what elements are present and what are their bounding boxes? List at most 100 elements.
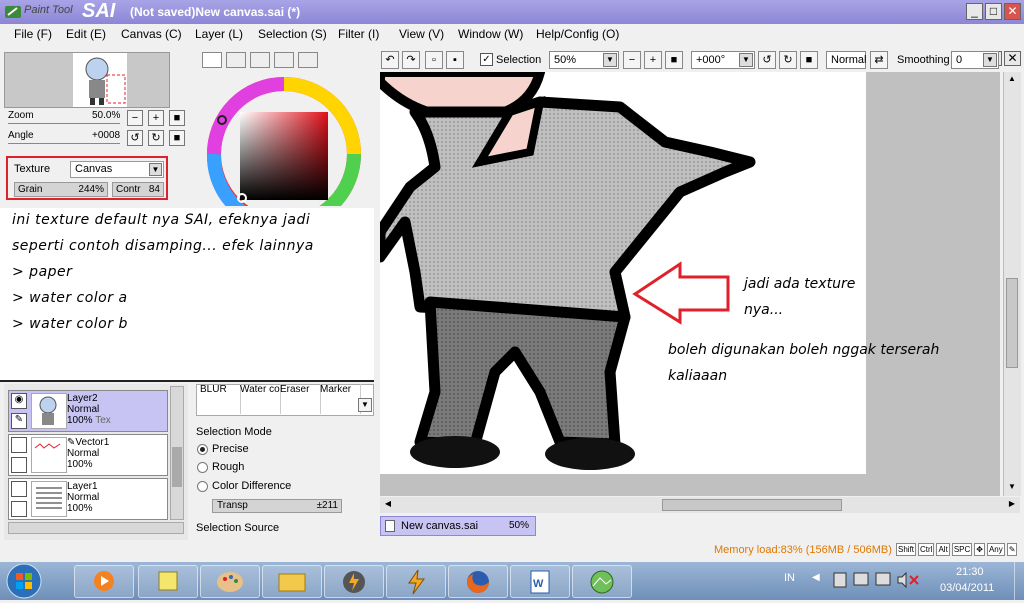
any-key-indicator[interactable]: Any [986,543,1005,556]
layer-hscrollbar[interactable] [8,522,184,534]
taskbar-paint-tool-sai[interactable] [386,565,446,598]
pen-pressure-icon[interactable]: ✎ [1006,543,1018,556]
start-button[interactable] [4,562,44,600]
menu-selection[interactable]: Selection (S) [258,27,327,41]
radio-color-difference[interactable] [197,480,208,492]
clock-date[interactable]: 03/04/2011 [940,582,994,594]
rgb-slider-tab-icon[interactable] [226,52,246,68]
rotate-left-button[interactable]: ↺ [127,130,143,146]
contrast-slider[interactable]: Contr 84 [112,182,164,197]
canvas-horizontal-scrollbar[interactable]: ◀ ▶ [380,497,1020,513]
layer-scrollbar[interactable] [170,386,184,520]
taskbar-word[interactable]: W [510,565,570,598]
menu-view[interactable]: View (V) [399,27,444,41]
eye-icon[interactable]: ◉ [11,393,27,409]
rotate-right-button[interactable]: ↻ [148,130,164,146]
swatches-tab-icon[interactable] [274,52,294,68]
undo-button[interactable]: ↶ [381,51,399,69]
canvas-vertical-scrollbar[interactable]: ▲ ▼ [1003,72,1021,496]
language-indicator[interactable]: IN [784,572,795,584]
option-rough[interactable]: Rough [197,461,244,473]
minimize-button[interactable]: _ [966,3,983,20]
doc-close-button[interactable]: ✕ [1004,51,1021,66]
toolbar-zoom-in-button[interactable]: + [644,51,662,69]
vscroll-thumb[interactable] [1006,278,1018,368]
color-wheel[interactable] [202,72,368,206]
redo-button[interactable]: ↷ [402,51,420,69]
brush-blur[interactable]: BLUR [200,384,241,414]
invert-selection-button[interactable]: ▪ [446,51,464,69]
canvas-tab[interactable]: New canvas.sai 50% [380,516,536,536]
rotate-cw-button[interactable]: ↻ [779,51,797,69]
hscroll-thumb[interactable] [662,499,842,511]
menu-filter[interactable]: Filter (I) [338,27,379,41]
device-icon[interactable] [833,572,847,588]
taskbar-explorer[interactable] [262,565,322,598]
radio-precise[interactable] [197,443,208,455]
space-key-indicator[interactable]: SPC [951,543,973,556]
close-button[interactable]: ✕ [1004,3,1021,20]
show-hidden-icons-icon[interactable]: ◀ [812,572,820,583]
menu-window[interactable]: Window (W) [458,27,523,41]
toolbar-zoom-out-button[interactable]: − [623,51,641,69]
action-center-icon[interactable] [853,572,869,586]
layer-row-layer1[interactable]: Layer1 Normal 100% [8,478,168,520]
move-icon[interactable]: ✥ [974,543,985,556]
volume-icon[interactable] [897,571,907,589]
scroll-left-icon[interactable]: ◀ [382,499,394,511]
transparency-slider[interactable]: Transp ±211 [212,499,342,513]
visibility-checkbox[interactable] [11,437,27,453]
visibility-checkbox[interactable] [11,481,27,497]
zoom-dropdown[interactable]: 50% ▼ [549,51,619,69]
option-precise[interactable]: Precise [197,443,249,455]
scratchpad-tab-icon[interactable] [298,52,318,68]
brush-watercolor[interactable]: Water co [240,384,281,414]
rotate-reset-button[interactable]: ■ [169,130,185,146]
deselect-button[interactable]: ▫ [425,51,443,69]
alt-key-indicator[interactable]: Alt [936,543,950,556]
lock-checkbox[interactable] [11,457,27,473]
layer-row-layer2[interactable]: ◉ ✎ Layer2 Normal 100% Tex [8,390,168,432]
brush-eraser[interactable]: Eraser [280,384,321,414]
rotation-dropdown[interactable]: +000° ▼ [691,51,755,69]
texture-select[interactable]: Canvas ▼ [70,161,164,178]
menu-file[interactable]: File (F) [14,27,52,41]
grain-slider[interactable]: Grain 244% [14,182,108,197]
show-desktop-button[interactable] [1014,562,1024,600]
lock-checkbox[interactable] [11,501,27,517]
taskbar-firefox[interactable] [448,565,508,598]
selection-checkbox[interactable]: ✓ [480,53,493,66]
taskbar-winamp[interactable] [324,565,384,598]
zoom-reset-button[interactable]: ■ [169,110,185,126]
blend-mode-dropdown[interactable]: Normal [826,51,866,69]
radio-rough[interactable] [197,461,208,473]
canvas-viewport[interactable]: jadi ada texture nya... boleh digunakan … [380,72,1000,496]
maximize-button[interactable]: □ [985,3,1002,20]
hsv-slider-tab-icon[interactable] [250,52,270,68]
taskbar-sticky-notes[interactable] [138,565,198,598]
shift-key-indicator[interactable]: Shift [896,543,917,556]
menu-help[interactable]: Help/Config (O) [536,27,619,41]
zoom-slider[interactable] [8,123,120,124]
scroll-right-icon[interactable]: ▶ [1006,499,1018,511]
menu-canvas[interactable]: Canvas (C) [121,27,182,41]
brush-icon[interactable]: ✎ [11,413,27,429]
color-wheel-tab-icon[interactable] [202,52,222,68]
layer-scroll-thumb[interactable] [172,447,182,487]
menu-layer[interactable]: Layer (L) [195,27,243,41]
brush-scroll-down-icon[interactable]: ▼ [358,398,372,412]
brush-marker[interactable]: Marker [320,384,361,414]
taskbar-image-viewer[interactable] [572,565,632,598]
navigator-preview[interactable] [4,52,170,108]
rotate-reset-button-toolbar[interactable]: ■ [800,51,818,69]
taskbar-media-player[interactable] [74,565,134,598]
network-icon[interactable] [875,572,891,586]
layer-row-vector1[interactable]: ✎Vector1 Normal 100% [8,434,168,476]
rotate-ccw-button[interactable]: ↺ [758,51,776,69]
angle-slider[interactable] [8,143,120,144]
option-color-difference[interactable]: Color Difference [197,480,291,492]
drawing-canvas[interactable] [380,72,1000,496]
toolbar-zoom-reset-button[interactable]: ■ [665,51,683,69]
zoom-in-button[interactable]: + [148,110,164,126]
clock-time[interactable]: 21:30 [956,566,984,578]
